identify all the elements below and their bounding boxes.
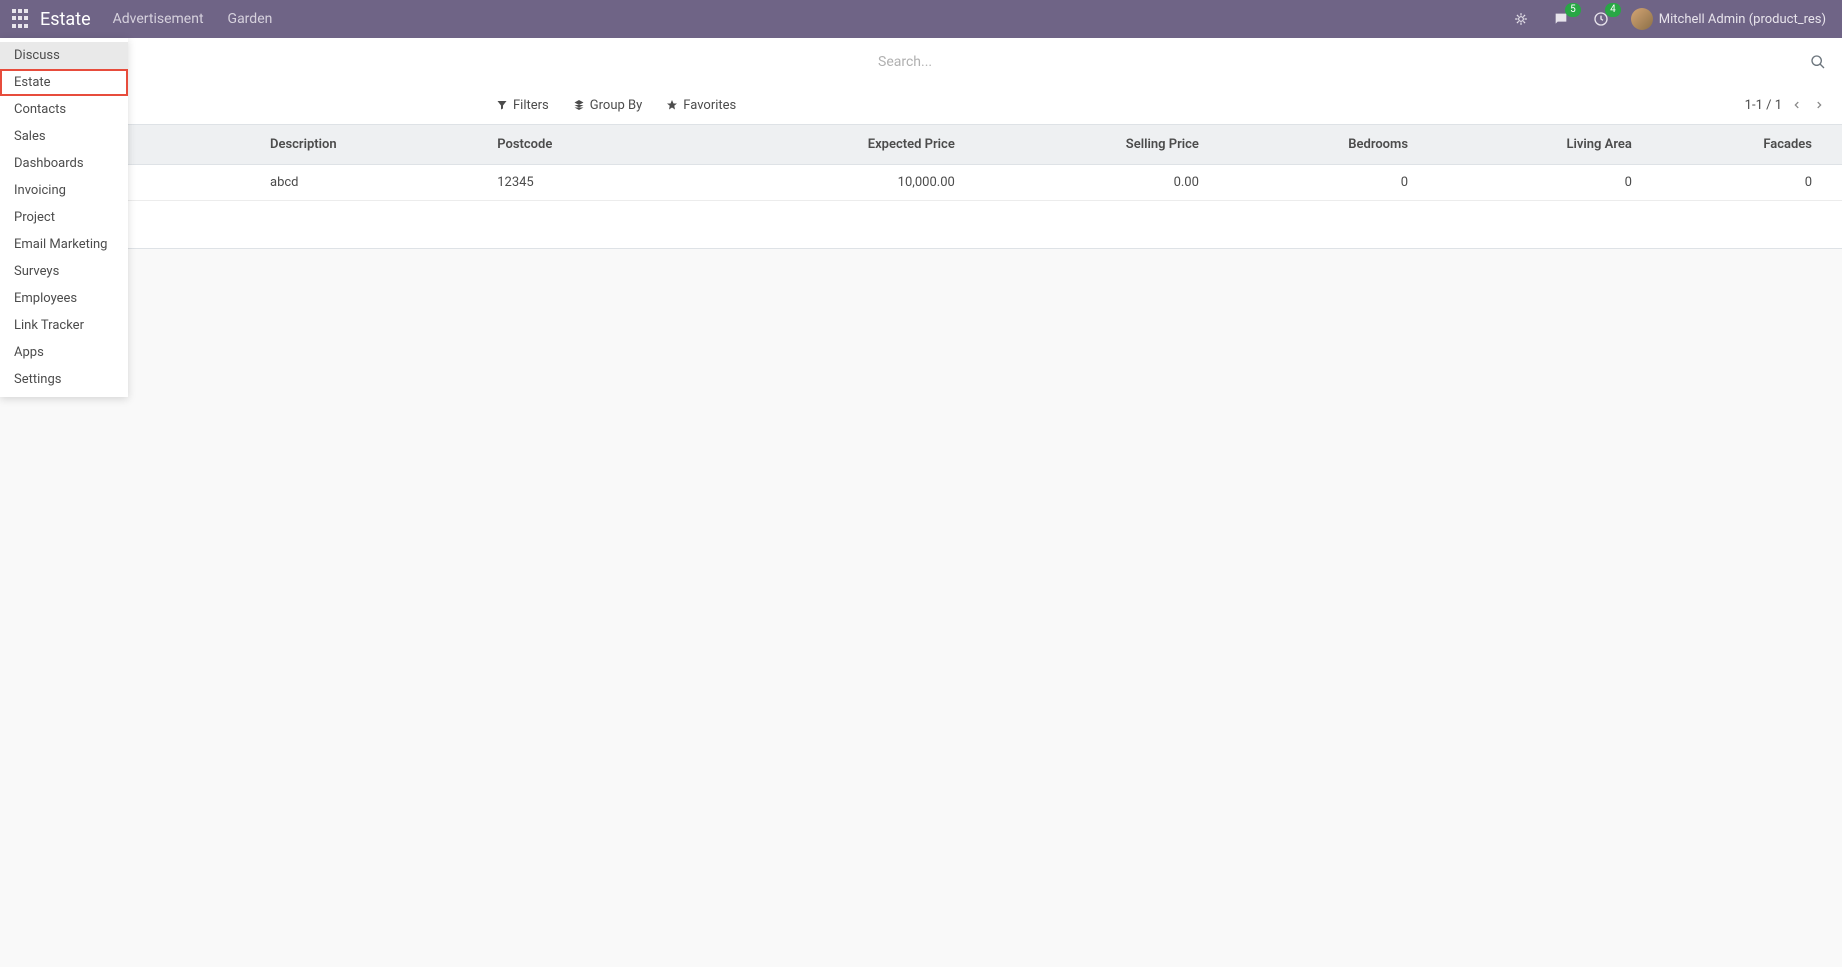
pager-prev-button[interactable] (1790, 100, 1804, 110)
star-icon (666, 99, 678, 111)
cell-facades: 0 (1642, 165, 1822, 201)
messaging-badge: 5 (1565, 3, 1581, 17)
table-header-row: DescriptionPostcodeExpected PriceSelling… (0, 125, 1842, 165)
app-menu-item-link-tracker[interactable]: Link Tracker (0, 312, 128, 339)
nav-link-advertisement[interactable]: Advertisement (113, 11, 204, 27)
groupby-label: Group By (590, 98, 643, 113)
app-menu-item-project[interactable]: Project (0, 204, 128, 231)
column-header-selling_price[interactable]: Selling Price (965, 125, 1209, 165)
control-panel: Filters Group By Favorites 1-1 / 1 (0, 38, 1842, 125)
column-header-living_area[interactable]: Living Area (1418, 125, 1642, 165)
app-menu-item-invoicing[interactable]: Invoicing (0, 177, 128, 204)
favorites-button[interactable]: Favorites (666, 98, 736, 113)
app-menu-item-surveys[interactable]: Surveys (0, 258, 128, 285)
list-view: DescriptionPostcodeExpected PriceSelling… (0, 125, 1842, 249)
pager: 1-1 / 1 (1745, 98, 1826, 113)
table-row[interactable]: abcd1234510,000.000.00000 (0, 165, 1842, 201)
activity-icon[interactable]: 4 (1591, 9, 1611, 29)
column-header-bedrooms[interactable]: Bedrooms (1209, 125, 1418, 165)
table-footer-spacer (0, 201, 1842, 249)
app-menu-item-estate[interactable]: Estate (0, 69, 128, 96)
cell-postcode: 12345 (487, 165, 684, 201)
app-menu-item-contacts[interactable]: Contacts (0, 96, 128, 123)
messaging-icon[interactable]: 5 (1551, 9, 1571, 29)
app-menu-item-dashboards[interactable]: Dashboards (0, 150, 128, 177)
app-menu-item-sales[interactable]: Sales (0, 123, 128, 150)
favorites-label: Favorites (683, 98, 736, 113)
cell-living_area: 0 (1418, 165, 1642, 201)
column-header-facades[interactable]: Facades (1642, 125, 1822, 165)
user-menu[interactable]: Mitchell Admin (product_res) (1659, 12, 1826, 27)
layers-icon (573, 99, 585, 111)
filters-button[interactable]: Filters (496, 98, 549, 113)
filters-label: Filters (513, 98, 549, 113)
app-menu-item-apps[interactable]: Apps (0, 339, 128, 366)
column-header-expected_price[interactable]: Expected Price (684, 125, 965, 165)
chevron-left-icon (1792, 100, 1802, 110)
debug-icon[interactable] (1511, 9, 1531, 29)
chevron-right-icon (1814, 100, 1824, 110)
app-menu-item-discuss[interactable]: Discuss (0, 42, 128, 69)
table-body: abcd1234510,000.000.00000 (0, 165, 1842, 201)
app-brand[interactable]: Estate (40, 9, 91, 30)
column-header-postcode[interactable]: Postcode (487, 125, 684, 165)
cell-expected_price: 10,000.00 (684, 165, 965, 201)
column-header-description[interactable]: Description (260, 125, 487, 165)
data-table: DescriptionPostcodeExpected PriceSelling… (0, 125, 1842, 201)
search-input[interactable] (878, 54, 1798, 70)
groupby-button[interactable]: Group By (573, 98, 643, 113)
app-menu-item-employees[interactable]: Employees (0, 285, 128, 312)
cell-selling_price: 0.00 (965, 165, 1209, 201)
pager-text: 1-1 / 1 (1745, 98, 1782, 113)
activity-badge: 4 (1605, 3, 1621, 17)
cell-bedrooms: 0 (1209, 165, 1418, 201)
nav-link-garden[interactable]: Garden (228, 11, 273, 27)
app-switcher-menu: DiscussEstateContactsSalesDashboardsInvo… (0, 38, 128, 397)
apps-menu-icon[interactable] (12, 9, 32, 29)
pager-next-button[interactable] (1812, 100, 1826, 110)
app-menu-item-email-marketing[interactable]: Email Marketing (0, 231, 128, 258)
search-icon[interactable] (1810, 54, 1826, 70)
user-avatar[interactable] (1631, 8, 1653, 30)
cell-description: abcd (260, 165, 487, 201)
app-menu-item-settings[interactable]: Settings (0, 366, 128, 393)
funnel-icon (496, 99, 508, 111)
main-navbar: Estate Advertisement Garden 5 4 Mitchell… (0, 0, 1842, 38)
